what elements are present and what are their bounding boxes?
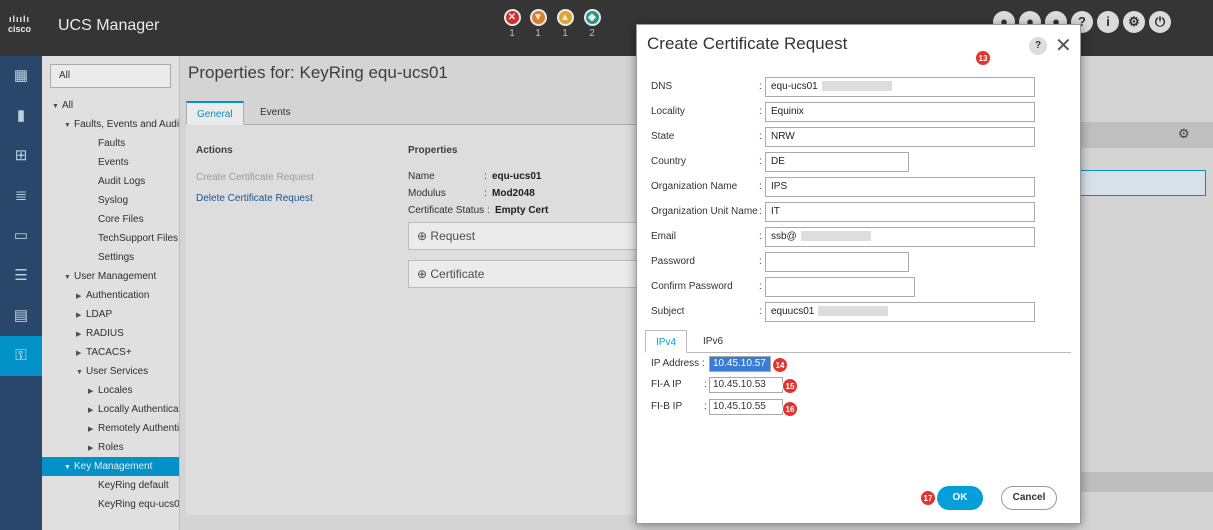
- close-button[interactable]: ✕: [1055, 33, 1072, 58]
- field-label: DNS: [651, 81, 673, 92]
- field-sep: :: [759, 181, 762, 192]
- field-label: State: [651, 131, 675, 142]
- ip-tab-bar: IPv4 IPv6: [645, 330, 1071, 353]
- tab-ipv6[interactable]: IPv6: [693, 330, 733, 353]
- field-input[interactable]: equ-ucs01: [765, 77, 1035, 97]
- step-badge: 15: [782, 378, 798, 394]
- field-label: Organization Name: [651, 181, 738, 192]
- fi-b-ip-label: FI-B IP: [651, 401, 683, 412]
- field-input[interactable]: IPS: [765, 177, 1035, 197]
- field-input[interactable]: ssb@: [765, 227, 1035, 247]
- fi-a-ip-label: FI-A IP: [651, 379, 682, 390]
- field-label: Confirm Password: [651, 281, 733, 292]
- field-sep: :: [759, 306, 762, 317]
- dialog-title: Create Certificate Request: [647, 34, 848, 53]
- field-sep: :: [759, 81, 762, 92]
- field-label: Locality: [651, 106, 685, 117]
- step-badge: 16: [782, 401, 798, 417]
- field-label: Email: [651, 231, 677, 242]
- step-badge: 14: [772, 357, 788, 373]
- redacted-region: [818, 306, 889, 317]
- help-button[interactable]: ?: [1029, 37, 1047, 55]
- ip-address-input[interactable]: 10.45.10.57: [709, 356, 771, 372]
- fi-a-ip-input[interactable]: 10.45.10.53: [709, 377, 783, 393]
- tab-ipv4[interactable]: IPv4: [645, 330, 688, 353]
- field-label: Organization Unit Name: [651, 206, 758, 217]
- redacted-region: [821, 81, 892, 92]
- field-label: Subject: [651, 306, 685, 317]
- field-input[interactable]: [765, 277, 915, 297]
- ip-address-label: IP Address :: [651, 358, 705, 369]
- fi-a-ip-sep: :: [704, 379, 707, 390]
- step-badge: 13: [975, 50, 991, 66]
- field-input[interactable]: IT: [765, 202, 1035, 222]
- field-label: Password: [651, 256, 695, 267]
- field-sep: :: [759, 281, 762, 292]
- field-sep: :: [759, 256, 762, 267]
- cancel-button[interactable]: Cancel: [1001, 486, 1057, 510]
- field-sep: :: [759, 156, 762, 167]
- fi-b-ip-sep: :: [704, 401, 707, 412]
- field-input[interactable]: DE: [765, 152, 909, 172]
- field-input[interactable]: NRW: [765, 127, 1035, 147]
- field-input[interactable]: equucs01: [765, 302, 1035, 322]
- redacted-region: [800, 231, 871, 242]
- field-input[interactable]: Equinix: [765, 102, 1035, 122]
- field-sep: :: [759, 206, 762, 217]
- field-sep: :: [759, 106, 762, 117]
- field-label: Country: [651, 156, 687, 167]
- ok-button[interactable]: OK: [937, 486, 983, 510]
- field-input[interactable]: [765, 252, 909, 272]
- field-sep: :: [759, 131, 762, 142]
- create-certificate-request-dialog: Create Certificate Request 13 ? ✕ DNS: eq…: [636, 24, 1081, 524]
- step-badge: 17: [920, 490, 936, 506]
- fi-b-ip-input[interactable]: 10.45.10.55: [709, 399, 783, 415]
- field-sep: :: [759, 231, 762, 242]
